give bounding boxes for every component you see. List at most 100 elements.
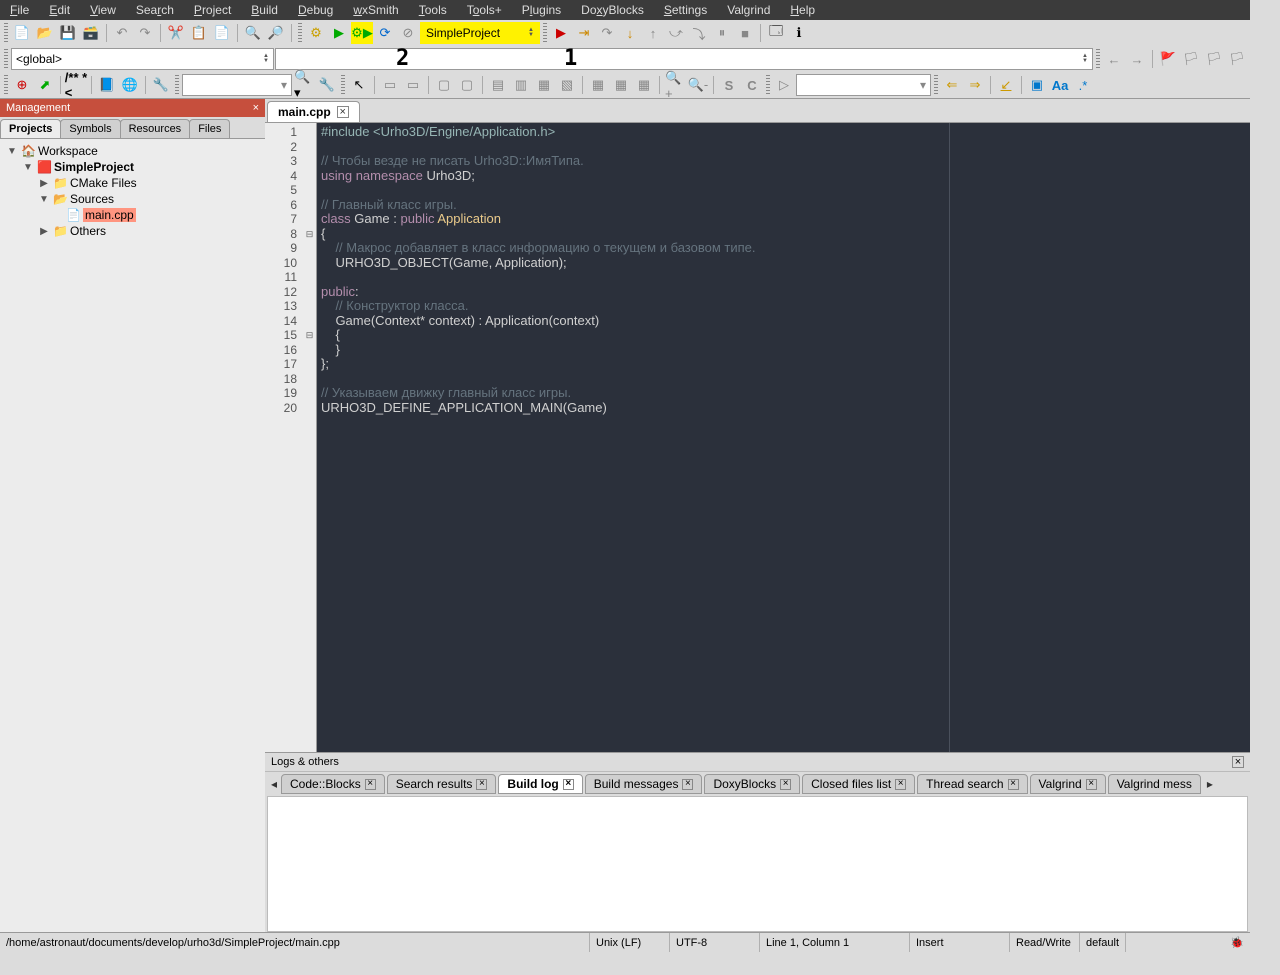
zoom-in-button[interactable]: 🔍+	[664, 74, 686, 96]
chevron-down-icon[interactable]: ▾	[920, 78, 926, 92]
doxy-extract-button[interactable]: ⬈	[34, 74, 56, 96]
logs-scroll-right[interactable]: ▸	[1203, 777, 1217, 791]
paste-button[interactable]: 📄	[211, 22, 233, 44]
regex-button[interactable]: 🔧	[316, 74, 338, 96]
close-icon[interactable]: ×	[476, 779, 487, 790]
log-tab-codeblocks[interactable]: Code::Blocks×	[281, 774, 385, 794]
log-tab-valgrind-mess[interactable]: Valgrind mess	[1108, 774, 1201, 794]
rebuild-button[interactable]: ⟳	[374, 22, 396, 44]
close-icon[interactable]: ×	[253, 102, 259, 114]
doxy-html-button[interactable]: 🌐	[119, 74, 141, 96]
file-main-cpp[interactable]: main.cpp	[83, 208, 136, 222]
menu-build[interactable]: Build	[241, 1, 288, 19]
build-button[interactable]: ⚙	[305, 22, 327, 44]
close-icon[interactable]: ×	[895, 779, 906, 790]
next-button[interactable]: ⇒	[964, 74, 986, 96]
prev-button[interactable]: ⇐	[941, 74, 963, 96]
logs-scroll-left[interactable]: ◂	[267, 777, 281, 791]
menu-settings[interactable]: Settings	[654, 1, 717, 19]
tb-grid-2[interactable]: ▦	[610, 74, 632, 96]
menu-valgrind[interactable]: Valgrind	[717, 1, 780, 19]
undo-button[interactable]: ↶	[111, 22, 133, 44]
next-line-button[interactable]: ↷	[596, 22, 618, 44]
bookmark-next-button[interactable]: 🏳	[1203, 48, 1225, 70]
run-to-cursor-button[interactable]: ⇥	[573, 22, 595, 44]
toolbar-handle[interactable]	[4, 23, 8, 43]
log-tab-build-messages[interactable]: Build messages×	[585, 774, 703, 794]
redo-button[interactable]: ↷	[134, 22, 156, 44]
break-button[interactable]: ⏸	[711, 22, 733, 44]
menu-wxsmith[interactable]: wxSmith	[343, 1, 408, 19]
tb-play-icon[interactable]: ▷	[773, 74, 795, 96]
toolbar-handle[interactable]	[175, 75, 179, 95]
folder-sources[interactable]: Sources	[70, 192, 114, 206]
folder-cmake[interactable]: CMake Files	[70, 176, 137, 190]
tb-align-4[interactable]: ▧	[556, 74, 578, 96]
bookmark-toggle-button[interactable]: 🚩	[1157, 48, 1179, 70]
replace-button[interactable]: 🔎	[265, 22, 287, 44]
zoom-out-button[interactable]: 🔍-	[687, 74, 709, 96]
open-file-button[interactable]: 📂	[34, 22, 56, 44]
step-instr-button[interactable]: ⤵	[688, 22, 710, 44]
tb-misc-2[interactable]: ▭	[402, 74, 424, 96]
tb-align-2[interactable]: ▥	[510, 74, 532, 96]
expander-icon[interactable]: ▼	[22, 162, 34, 173]
editor-tab-main-cpp[interactable]: main.cpp ×	[267, 101, 360, 122]
menu-tools[interactable]: Tools	[409, 1, 457, 19]
close-tab-icon[interactable]: ×	[337, 106, 349, 118]
tab-symbols[interactable]: Symbols	[60, 119, 120, 138]
step-into-button[interactable]: ↓	[619, 22, 641, 44]
bug-icon[interactable]: 🐞	[1224, 936, 1250, 949]
tb-grid-1[interactable]: ▦	[587, 74, 609, 96]
close-icon[interactable]: ×	[563, 779, 574, 790]
search-combo[interactable]: ▾	[182, 74, 292, 96]
regex-toggle-button[interactable]: .*	[1072, 74, 1094, 96]
scope-combo[interactable]: <global> ▲▼	[11, 48, 274, 70]
toolbar-handle[interactable]	[4, 49, 8, 69]
close-icon[interactable]: ×	[682, 779, 693, 790]
expander-icon[interactable]: ▼	[38, 194, 50, 205]
workspace-node[interactable]: Workspace	[38, 144, 98, 158]
menu-search[interactable]: Search	[126, 1, 184, 19]
cut-button[interactable]: ✂️	[165, 22, 187, 44]
info-button[interactable]: ℹ	[788, 22, 810, 44]
log-tab-doxyblocks[interactable]: DoxyBlocks×	[704, 774, 800, 794]
tb-select-combo[interactable]: ▾	[796, 74, 931, 96]
toolbar-handle[interactable]	[341, 75, 345, 95]
log-tab-thread-search[interactable]: Thread search×	[917, 774, 1027, 794]
tab-projects[interactable]: Projects	[0, 119, 61, 138]
doxy-block-comment-button[interactable]: /** *<	[65, 74, 87, 96]
nav-back-button[interactable]: ←	[1103, 48, 1125, 70]
bookmark-clear-button[interactable]: 🏳	[1226, 48, 1248, 70]
comment-button[interactable]: C	[741, 74, 763, 96]
tb-misc-4[interactable]: ▢	[456, 74, 478, 96]
source-button[interactable]: S	[718, 74, 740, 96]
selection-button[interactable]: ▣	[1026, 74, 1048, 96]
toolbar-handle[interactable]	[298, 23, 302, 43]
toolbar-handle[interactable]	[766, 75, 770, 95]
bookmark-prev-button[interactable]: 🏳	[1180, 48, 1202, 70]
debug-windows-button[interactable]: 🗔	[765, 22, 787, 44]
toolbar-handle[interactable]	[4, 75, 8, 95]
close-icon[interactable]: ×	[1086, 779, 1097, 790]
menu-view[interactable]: View	[80, 1, 126, 19]
tb-grid-3[interactable]: ▦	[633, 74, 655, 96]
step-out-button[interactable]: ↑	[642, 22, 664, 44]
toolbar-handle[interactable]	[543, 23, 547, 43]
menu-help[interactable]: Help	[780, 1, 825, 19]
spinner-icon[interactable]: ▲▼	[1082, 54, 1088, 64]
tb-misc-1[interactable]: ▭	[379, 74, 401, 96]
save-button[interactable]: 💾	[57, 22, 79, 44]
run-button[interactable]: ▶	[328, 22, 350, 44]
highlight-button[interactable]: ↙	[995, 74, 1017, 96]
menu-doxyblocks[interactable]: DoxyBlocks	[571, 1, 654, 19]
expander-icon[interactable]: ▶	[38, 226, 50, 237]
folder-others[interactable]: Others	[70, 224, 106, 238]
debug-run-button[interactable]: ▶	[550, 22, 572, 44]
expander-icon[interactable]: ▼	[6, 146, 18, 157]
fold-gutter[interactable]: ⊟⊟	[303, 123, 317, 752]
copy-button[interactable]: 📋	[188, 22, 210, 44]
doxy-chm-button[interactable]: 📘	[96, 74, 118, 96]
select-button[interactable]: ↖	[348, 74, 370, 96]
abort-button[interactable]: ⊘	[397, 22, 419, 44]
